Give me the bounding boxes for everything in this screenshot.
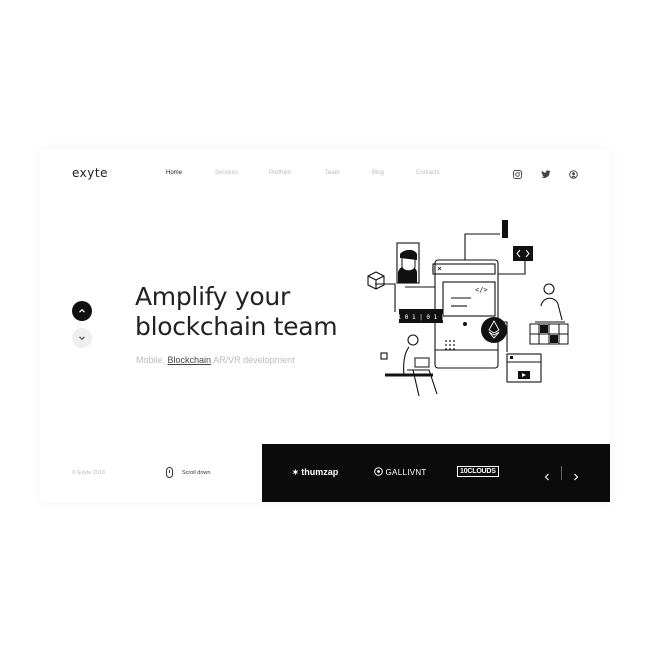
chevron-right-icon[interactable] <box>573 468 579 486</box>
binary-chip-text: 1 0 1 | 0 1 | <box>398 314 445 321</box>
slide-prev-button[interactable] <box>72 301 92 321</box>
client-thumzap[interactable]: ✶ thumzap <box>292 467 338 477</box>
hero-title-line2: blockchain team <box>135 312 338 341</box>
nav-item-portfolio[interactable]: Portfolio <box>269 170 291 176</box>
logo[interactable]: exyte <box>72 166 108 180</box>
divider <box>561 466 562 480</box>
client-10clouds[interactable]: 10CLOUDS <box>457 466 499 477</box>
svg-text:</>: </> <box>475 286 488 294</box>
chevron-up-icon <box>79 308 85 313</box>
instagram-icon[interactable] <box>513 170 522 179</box>
star-icon: ✶ <box>292 468 299 477</box>
chevron-down-icon <box>79 336 85 341</box>
slide-next-button[interactable] <box>72 328 92 348</box>
scroll-down-label: Scroll down <box>182 470 211 476</box>
nav-item-contacts[interactable]: Contacts <box>416 170 440 176</box>
hero-title: Amplify your blockchain team <box>135 282 338 342</box>
github-icon[interactable] <box>569 170 578 179</box>
copyright-text: © Exyte 2018 <box>72 470 106 476</box>
mouse-icon <box>166 467 173 478</box>
client-gallivnt[interactable]: GALLIVNT <box>374 467 427 477</box>
twitter-icon[interactable] <box>541 170 551 179</box>
gallivnt-logo-icon <box>374 467 383 476</box>
blockchain-illustration: 1 0 1 | 0 1 | </> <box>367 220 569 397</box>
hero-subtitle: Mobile, Blockchain AR/VR development <box>136 355 295 365</box>
hero-sub-highlight[interactable]: Blockchain <box>168 355 212 365</box>
hero-sub-prefix: Mobile, <box>136 355 166 365</box>
nav-item-blog[interactable]: Blog <box>372 170 384 176</box>
nav-item-team[interactable]: Team <box>325 170 340 176</box>
chevron-left-icon[interactable] <box>544 468 550 486</box>
nav-item-home[interactable]: Home <box>166 170 182 176</box>
hero-sub-suffix: AR/VR development <box>213 355 295 365</box>
hero-title-line1: Amplify your <box>135 282 290 311</box>
nav-item-services[interactable]: Services <box>215 170 238 176</box>
clients-strip: ✶ thumzap GALLIVNT 10CLOUDS <box>262 444 610 502</box>
